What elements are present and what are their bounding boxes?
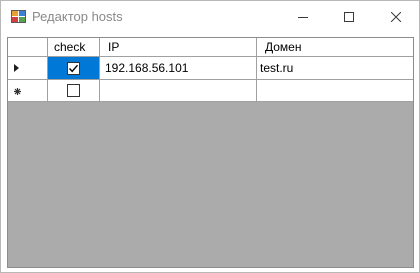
current-row-arrow-icon: [14, 61, 19, 75]
window-title: Редактор hosts: [32, 9, 123, 24]
maximize-button[interactable]: [326, 1, 372, 32]
ip-cell[interactable]: [100, 80, 257, 102]
column-header-check[interactable]: check: [48, 38, 100, 57]
row-checkbox[interactable]: [67, 61, 80, 75]
checkmark-icon: [68, 64, 79, 72]
column-header-row: check IP Домен: [8, 38, 413, 57]
table-row: 192.168.56.101 test.ru: [8, 57, 413, 80]
domain-cell[interactable]: [257, 80, 413, 102]
new-row-asterisk-icon: [14, 84, 21, 98]
domain-cell[interactable]: test.ru: [257, 57, 413, 80]
close-icon: [391, 11, 401, 22]
maximize-icon: [344, 11, 354, 22]
top-left-header-cell[interactable]: [8, 38, 48, 57]
new-row-checkbox[interactable]: [67, 84, 80, 97]
app-grid-icon: [11, 10, 26, 23]
close-button[interactable]: [373, 1, 419, 32]
hosts-data-grid[interactable]: check IP Домен 192.168.56.101 test.ru: [7, 37, 414, 268]
column-header-ip[interactable]: IP: [100, 38, 257, 57]
app-window: Редактор hosts check IP Домен 192.168.56…: [0, 0, 420, 273]
row-header-cell[interactable]: [8, 80, 48, 102]
row-header-cell[interactable]: [8, 57, 48, 80]
minimize-icon: [298, 16, 308, 18]
new-row: [8, 80, 413, 102]
check-cell[interactable]: [48, 57, 100, 80]
column-header-domain[interactable]: Домен: [257, 38, 413, 57]
ip-cell[interactable]: 192.168.56.101: [100, 57, 257, 80]
title-bar[interactable]: Редактор hosts: [1, 1, 419, 32]
check-cell[interactable]: [48, 80, 100, 102]
minimize-button[interactable]: [280, 1, 326, 32]
